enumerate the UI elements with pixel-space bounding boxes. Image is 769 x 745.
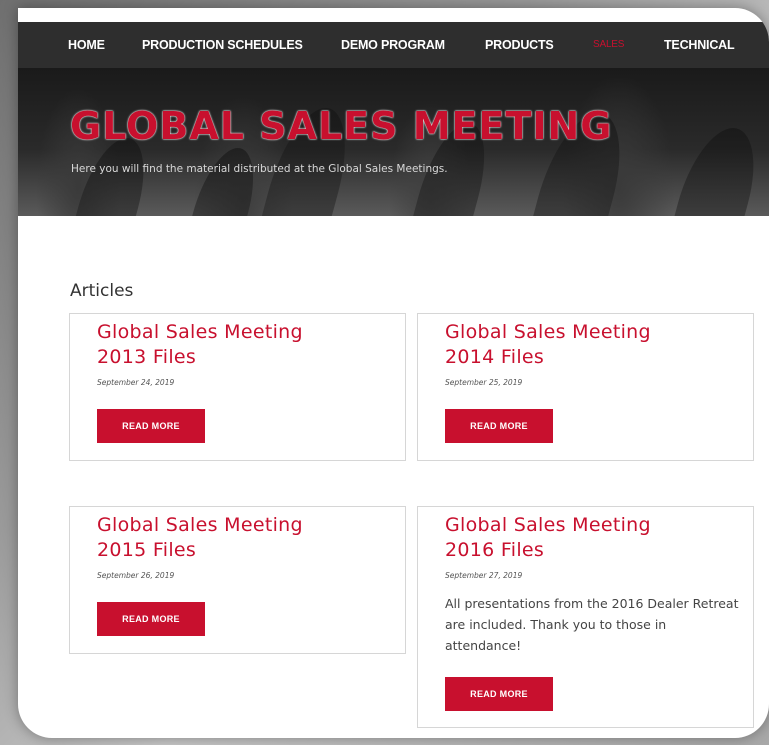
hero-banner: GLOBAL SALES MEETING Here you will find … [18, 68, 769, 216]
section-heading: Articles [70, 281, 134, 301]
article-card: Global Sales Meeting 2015 Files Septembe… [69, 506, 406, 654]
article-date: September 26, 2019 [97, 571, 175, 580]
nav-item-demo-program[interactable]: DEMO PROGRAM [341, 38, 445, 52]
flame-decoration [657, 128, 769, 216]
article-date: September 24, 2019 [97, 378, 175, 387]
article-title-line[interactable]: Global Sales Meeting [97, 513, 303, 538]
nav-item-technical[interactable]: TECHNICAL [664, 38, 735, 52]
read-more-button[interactable]: READ MORE [445, 677, 553, 711]
article-title-line[interactable]: Global Sales Meeting [445, 320, 651, 345]
nav-item-sales[interactable]: SALES [593, 39, 624, 50]
article-title-line[interactable]: 2013 Files [97, 345, 303, 370]
article-date: September 25, 2019 [445, 378, 523, 387]
browser-page: HOME PRODUCTION SCHEDULES DEMO PROGRAM P… [18, 8, 769, 738]
article-title[interactable]: Global Sales Meeting 2013 Files [97, 320, 303, 370]
article-title[interactable]: Global Sales Meeting 2014 Files [445, 320, 651, 370]
nav-item-products[interactable]: PRODUCTS [485, 38, 554, 52]
nav-item-production-schedules[interactable]: PRODUCTION SCHEDULES [142, 38, 303, 52]
article-title-line[interactable]: 2014 Files [445, 345, 651, 370]
article-date: September 27, 2019 [445, 571, 523, 580]
article-title[interactable]: Global Sales Meeting 2015 Files [97, 513, 303, 563]
read-more-button[interactable]: READ MORE [445, 409, 553, 443]
article-title[interactable]: Global Sales Meeting 2016 Files [445, 513, 651, 563]
article-card: Global Sales Meeting 2013 Files Septembe… [69, 313, 406, 461]
flame-decoration [175, 148, 266, 216]
read-more-button[interactable]: READ MORE [97, 602, 205, 636]
flame-decoration [59, 138, 157, 216]
article-title-line[interactable]: Global Sales Meeting [97, 320, 303, 345]
article-title-line[interactable]: Global Sales Meeting [445, 513, 651, 538]
page-title: GLOBAL SALES MEETING [70, 104, 613, 148]
page-subtitle: Here you will find the material distribu… [71, 163, 448, 175]
main-nav: HOME PRODUCTION SCHEDULES DEMO PROGRAM P… [18, 22, 769, 68]
article-card: Global Sales Meeting 2014 Files Septembe… [417, 313, 754, 461]
read-more-button[interactable]: READ MORE [97, 409, 205, 443]
article-title-line[interactable]: 2015 Files [97, 538, 303, 563]
article-excerpt: All presentations from the 2016 Dealer R… [445, 596, 739, 653]
nav-item-home[interactable]: HOME [68, 38, 105, 52]
article-card: Global Sales Meeting 2016 Files Septembe… [417, 506, 754, 728]
article-title-line[interactable]: 2016 Files [445, 538, 651, 563]
